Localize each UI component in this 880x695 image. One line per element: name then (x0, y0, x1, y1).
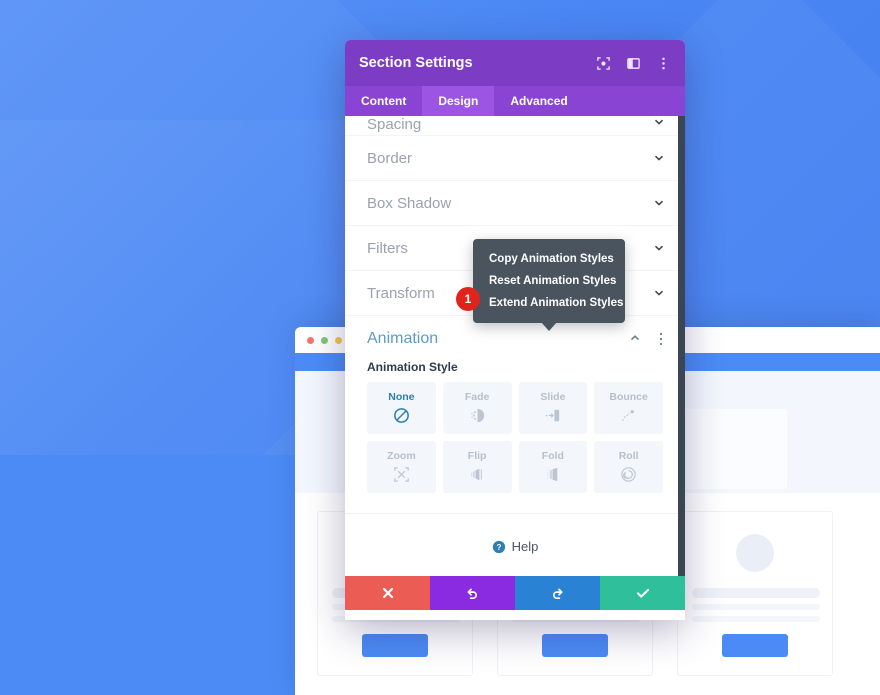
bounce-icon (619, 406, 638, 425)
animation-option-bounce[interactable]: Bounce (594, 382, 663, 434)
animation-option-label: Fold (541, 450, 564, 462)
mockup-cta-button (542, 634, 608, 657)
menu-item-copy-animation-styles[interactable]: Copy Animation Styles (473, 248, 625, 270)
modal-footer (345, 576, 685, 610)
accordion-label: Box Shadow (367, 194, 452, 212)
more-vertical-icon[interactable] (655, 332, 667, 346)
menu-item-extend-animation-styles[interactable]: Extend Animation Styles (473, 292, 625, 314)
modal-tabs: Content Design Advanced (345, 86, 685, 116)
redo-button[interactable] (515, 576, 600, 610)
accordion-row-border[interactable]: Border (345, 136, 685, 181)
help-row[interactable]: ? Help (345, 514, 685, 554)
flip-icon (468, 465, 487, 484)
traffic-light-red-icon (307, 336, 314, 344)
animation-option-label: Zoom (387, 450, 416, 462)
no-entry-icon (392, 406, 411, 425)
mockup-cta-button (722, 634, 788, 657)
mockup-text-line (692, 588, 820, 598)
animation-option-fold[interactable]: Fold (518, 441, 588, 493)
animation-option-zoom[interactable]: Zoom (367, 441, 436, 493)
modal-title: Section Settings (359, 55, 473, 71)
animation-option-label: Roll (618, 450, 639, 462)
animation-panel-title: Animation (367, 330, 439, 347)
animation-style-grid: None Fade Slide Bounce Zoom Flip Fold Ro… (345, 382, 685, 513)
modal-scrollbar[interactable] (678, 116, 685, 576)
animation-option-slide[interactable]: Slide (518, 382, 588, 434)
fade-icon (468, 406, 487, 425)
chevron-down-icon (653, 242, 665, 254)
traffic-light-yellow-icon (335, 336, 342, 344)
chevron-down-icon (653, 116, 665, 128)
animation-panel: Animation Animation Style None Fade Slid… (345, 316, 685, 554)
traffic-light-green-icon (321, 336, 328, 344)
animation-option-label: Flip (467, 450, 487, 462)
roll-icon (619, 465, 638, 484)
tab-design[interactable]: Design (422, 86, 495, 116)
animation-option-fade[interactable]: Fade (442, 382, 512, 434)
accordion-label: Spacing (367, 116, 422, 133)
fold-icon (543, 465, 562, 484)
mockup-text-line (692, 604, 820, 610)
animation-option-none[interactable]: None (367, 382, 436, 434)
mockup-cta-button (362, 634, 428, 657)
tooltip-pointer (541, 322, 557, 331)
tab-advanced[interactable]: Advanced (494, 86, 583, 116)
menu-item-reset-animation-styles[interactable]: Reset Animation Styles (473, 270, 625, 292)
animation-option-flip[interactable]: Flip (442, 441, 512, 493)
animation-option-roll[interactable]: Roll (594, 441, 663, 493)
chevron-up-icon[interactable] (629, 332, 641, 346)
undo-button[interactable] (430, 576, 515, 610)
cancel-button[interactable] (345, 576, 430, 610)
save-button[interactable] (600, 576, 685, 610)
step-number-badge: 1 (456, 287, 480, 311)
animation-style-label: Animation Style (367, 360, 458, 374)
accordion-label: Border (367, 149, 413, 167)
animation-option-label: Bounce (609, 391, 648, 403)
section-settings-modal: Section Settings Content Design Advanced… (345, 40, 685, 620)
mockup-card (677, 511, 833, 676)
modal-scroll-area: Spacing Border Box Shadow Filters Transf (345, 116, 685, 576)
animation-option-label: None (388, 391, 415, 403)
slide-icon (543, 406, 562, 425)
modal-scrollbar-thumb[interactable] (678, 116, 685, 576)
animation-option-label: Slide (540, 391, 566, 403)
tab-content[interactable]: Content (345, 86, 422, 116)
svg-text:?: ? (496, 542, 501, 551)
accordion-row-spacing[interactable]: Spacing (345, 116, 685, 136)
modal-header-actions (596, 56, 671, 71)
animation-option-label: Fade (464, 391, 490, 403)
target-icon[interactable] (596, 56, 611, 71)
modal-header: Section Settings (345, 40, 685, 86)
layout-panel-icon[interactable] (626, 56, 641, 71)
question-circle-icon: ? (492, 540, 506, 554)
chevron-down-icon (653, 197, 665, 209)
mockup-text-line (692, 616, 820, 622)
chevron-down-icon (653, 287, 665, 299)
mockup-avatar (736, 534, 774, 572)
accordion-row-box-shadow[interactable]: Box Shadow (345, 181, 685, 226)
help-label: Help (511, 539, 539, 554)
animation-context-menu: Copy Animation Styles Reset Animation St… (456, 239, 625, 331)
more-vertical-icon[interactable] (656, 56, 671, 71)
zoom-icon (392, 465, 411, 484)
chevron-down-icon (653, 152, 665, 164)
